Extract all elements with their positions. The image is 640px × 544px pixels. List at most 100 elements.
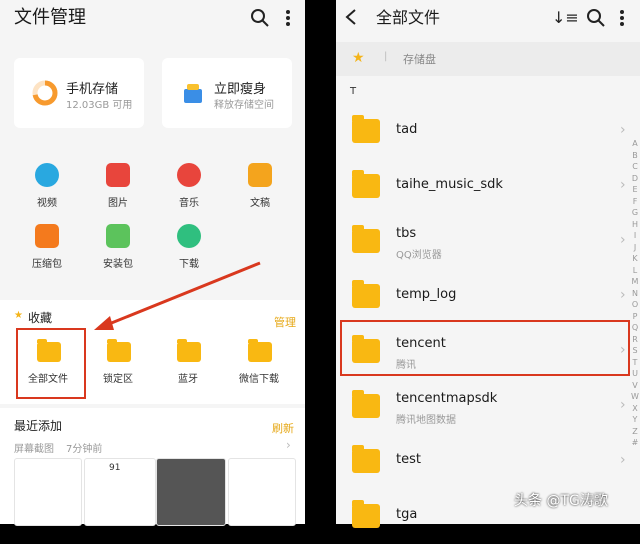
alphabet-letter[interactable]: R bbox=[630, 334, 640, 346]
favorite-wechat[interactable]: 微信下载 bbox=[229, 339, 289, 390]
folder-subtitle: 腾讯地图数据 bbox=[396, 415, 456, 426]
recent-thumbnail[interactable] bbox=[14, 458, 82, 526]
more-icon[interactable] bbox=[282, 8, 294, 30]
category-label: 音乐 bbox=[179, 198, 199, 209]
category-video[interactable]: 视频 bbox=[17, 163, 77, 223]
more-icon[interactable] bbox=[616, 8, 628, 30]
favorite-label: 蓝牙 bbox=[178, 374, 198, 385]
cleanup-card[interactable]: 立即瘦身 释放存储空间 bbox=[162, 58, 292, 128]
folder-row[interactable]: test › bbox=[336, 434, 626, 489]
refresh-button[interactable]: 刷新 bbox=[272, 420, 294, 436]
highlight-box bbox=[16, 328, 86, 399]
recent-thumbnail[interactable] bbox=[156, 458, 226, 526]
star-icon[interactable]: ★ bbox=[352, 50, 365, 66]
folder-row[interactable]: tencentmapsdk 腾讯地图数据 › bbox=[336, 379, 626, 434]
alphabet-index[interactable]: A B C D E F G H I J K L M N O P Q R S T U V W X Y Z # bbox=[630, 138, 640, 449]
folder-name: tencentmapsdk bbox=[396, 391, 498, 406]
wechat-folder-icon bbox=[248, 339, 272, 362]
star-icon: ★ bbox=[14, 310, 23, 321]
folder-name: taihe_music_sdk bbox=[396, 177, 503, 192]
alphabet-letter[interactable]: H bbox=[630, 219, 640, 231]
page-title: 全部文件 bbox=[376, 8, 441, 27]
sort-icon[interactable]: ↓≡ bbox=[552, 8, 579, 28]
favorite-locked[interactable]: 锁定区 bbox=[88, 339, 148, 390]
card-title: 立即瘦身 bbox=[214, 82, 267, 97]
alphabet-letter[interactable]: I bbox=[630, 230, 640, 242]
annotation-arrow bbox=[94, 261, 261, 330]
android-icon bbox=[106, 224, 130, 248]
section-letter: T bbox=[350, 86, 357, 97]
alphabet-letter[interactable]: W bbox=[630, 391, 640, 403]
chevron-right-icon: › bbox=[620, 452, 626, 468]
chevron-right-icon: › bbox=[620, 287, 626, 303]
video-icon bbox=[35, 163, 59, 187]
category-image[interactable]: 图片 bbox=[88, 163, 148, 223]
breadcrumb-item[interactable]: 存储盘 bbox=[403, 51, 436, 67]
alphabet-letter[interactable]: D bbox=[630, 173, 640, 185]
alphabet-letter[interactable]: M bbox=[630, 276, 640, 288]
lock-folder-icon bbox=[107, 339, 131, 362]
alphabet-letter[interactable]: K bbox=[630, 253, 640, 265]
recent-thumbnail[interactable] bbox=[228, 458, 296, 526]
folder-icon bbox=[352, 115, 380, 143]
alphabet-letter[interactable]: S bbox=[630, 345, 640, 357]
highlight-box bbox=[340, 320, 630, 376]
category-label: 视频 bbox=[37, 198, 57, 209]
alphabet-letter[interactable]: J bbox=[630, 242, 640, 254]
favorite-bluetooth[interactable]: 蓝牙 bbox=[158, 339, 218, 390]
chevron-right-icon[interactable]: › bbox=[286, 438, 291, 452]
category-label: 压缩包 bbox=[32, 259, 62, 270]
alphabet-letter[interactable]: B bbox=[630, 150, 640, 162]
alphabet-letter[interactable]: N bbox=[630, 288, 640, 300]
card-subtitle: 12.03GB 可用 bbox=[66, 100, 133, 111]
back-arrow-icon[interactable] bbox=[344, 8, 358, 26]
recent-source: 屏幕截图 bbox=[14, 444, 54, 455]
phone-storage-card[interactable]: 手机存储 12.03GB 可用 bbox=[14, 58, 144, 128]
archive-icon bbox=[35, 224, 59, 248]
alphabet-letter[interactable]: F bbox=[630, 196, 640, 208]
alphabet-letter[interactable]: O bbox=[630, 299, 640, 311]
folder-name: test bbox=[396, 452, 421, 467]
alphabet-letter[interactable]: E bbox=[630, 184, 640, 196]
favorite-label: 锁定区 bbox=[103, 374, 133, 385]
category-archive[interactable]: 压缩包 bbox=[17, 224, 77, 284]
folder-name: tga bbox=[396, 507, 418, 522]
alphabet-letter[interactable]: C bbox=[630, 161, 640, 173]
folder-subtitle: QQ浏览器 bbox=[396, 250, 442, 261]
alphabet-letter[interactable]: Y bbox=[630, 414, 640, 426]
alphabet-letter[interactable]: L bbox=[630, 265, 640, 277]
download-icon bbox=[177, 224, 201, 248]
category-music[interactable]: 音乐 bbox=[159, 163, 219, 223]
favorite-label: 微信下载 bbox=[239, 374, 279, 385]
alphabet-letter[interactable]: G bbox=[630, 207, 640, 219]
alphabet-letter[interactable]: Z bbox=[630, 426, 640, 438]
category-label: 图片 bbox=[108, 198, 128, 209]
alphabet-letter[interactable]: A bbox=[630, 138, 640, 150]
category-document[interactable]: 文稿 bbox=[230, 163, 290, 223]
folder-icon bbox=[352, 170, 380, 198]
folder-row[interactable]: taihe_music_sdk › bbox=[336, 159, 626, 214]
watermark: 头条 @TG涛歌 bbox=[514, 493, 608, 509]
folder-icon bbox=[352, 280, 380, 308]
recent-thumbnail[interactable]: 91 bbox=[84, 458, 156, 526]
manage-button[interactable]: 管理 bbox=[274, 314, 296, 330]
music-icon bbox=[177, 163, 201, 187]
alphabet-letter[interactable]: X bbox=[630, 403, 640, 415]
card-title: 手机存储 bbox=[66, 82, 119, 97]
search-icon[interactable] bbox=[586, 8, 606, 28]
alphabet-letter[interactable]: P bbox=[630, 311, 640, 323]
folder-row[interactable]: tad › bbox=[336, 104, 626, 159]
recent-title: 最近添加 bbox=[14, 419, 63, 433]
alphabet-letter[interactable]: # bbox=[630, 437, 640, 449]
folder-icon bbox=[352, 390, 380, 418]
alphabet-letter[interactable]: Q bbox=[630, 322, 640, 334]
alphabet-letter[interactable]: U bbox=[630, 368, 640, 380]
alphabet-letter[interactable]: T bbox=[630, 357, 640, 369]
folder-row[interactable]: temp_log › bbox=[336, 269, 626, 324]
recent-time: 7分钟前 bbox=[66, 444, 103, 455]
search-icon[interactable] bbox=[250, 8, 270, 28]
document-icon bbox=[248, 163, 272, 187]
folder-row[interactable]: tbs QQ浏览器 › bbox=[336, 214, 626, 269]
alphabet-letter[interactable]: V bbox=[630, 380, 640, 392]
folder-name: temp_log bbox=[396, 287, 457, 302]
